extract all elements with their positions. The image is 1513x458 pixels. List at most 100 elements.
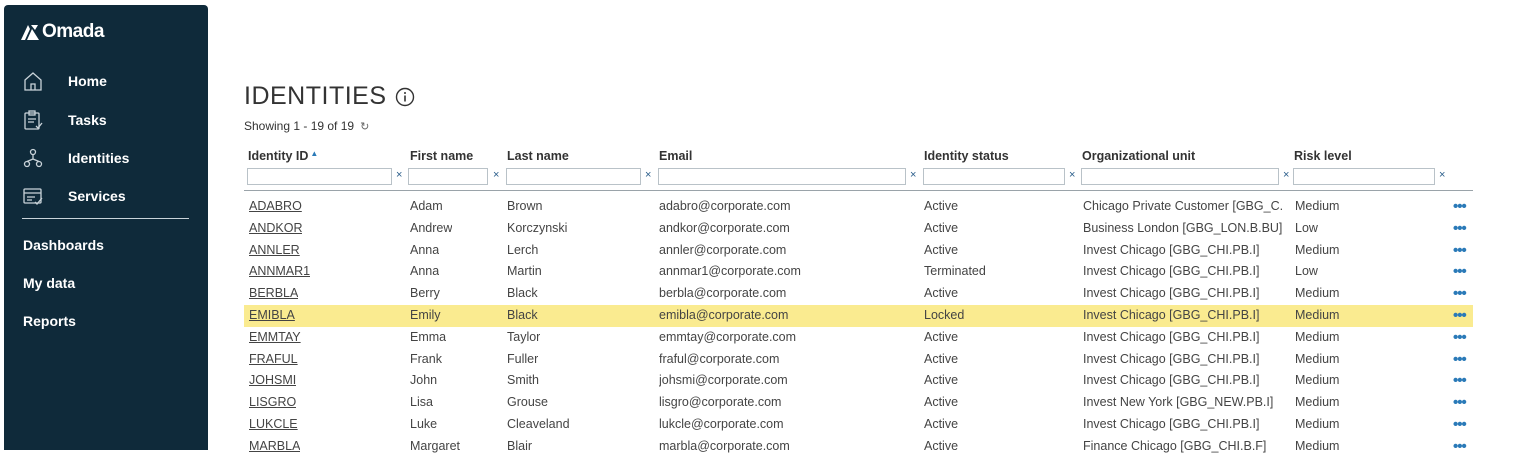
clear-filter-last-name-icon[interactable]: × [645,169,651,181]
cell-last-name: Korczynski [507,220,568,235]
table-header-divider [244,190,1473,191]
cell-first-name: Berry [410,286,440,301]
cell-identity-id[interactable]: LUKCLE [249,417,298,431]
cell-identity-id[interactable]: JOHSMI [249,373,296,387]
row-actions-icon[interactable]: ••• [1453,198,1467,215]
clear-filter-first-name-icon[interactable]: × [493,169,499,181]
row-actions-icon[interactable]: ••• [1453,416,1467,433]
table-row[interactable]: LISGRO Lisa Grouse lisgro@corporate.com Acti… [244,392,1473,414]
sidebar-item-reports[interactable]: Reports [23,313,76,329]
cell-first-name: Lisa [410,395,433,410]
cell-risk-level: Medium [1295,373,1340,388]
nav-item-services[interactable]: Services [4,180,208,212]
row-actions-icon[interactable]: ••• [1453,372,1467,389]
row-actions-icon[interactable]: ••• [1453,394,1467,411]
column-header-organizational-unit[interactable]: Organizational unit [1082,149,1195,163]
filter-identity-id[interactable] [247,168,392,185]
cell-email: andkor@corporate.com [659,220,790,235]
cell-organizational-unit: Business London [GBG_LON.B.BU] [1083,220,1283,235]
row-actions-icon[interactable]: ••• [1453,285,1467,302]
cell-first-name: Margaret [410,438,461,453]
column-header-email[interactable]: Email [659,149,692,163]
sidebar-item-dashboards[interactable]: Dashboards [23,237,104,253]
row-actions-icon[interactable]: ••• [1453,438,1467,455]
clear-filter-identity-status-icon[interactable]: × [1069,169,1075,181]
row-actions-icon[interactable]: ••• [1453,220,1467,237]
cell-identity-id[interactable]: ANNMAR1 [249,264,310,278]
table-row[interactable]: EMMTAY Emma Taylor emmtay@corporate.com Acti… [244,327,1473,349]
filter-identity-status[interactable] [923,168,1065,185]
info-icon[interactable] [395,87,415,107]
cell-identity-id[interactable]: FRAFUL [249,352,298,366]
cell-identity-id[interactable]: ANNLER [249,243,300,257]
column-header-risk-level[interactable]: Risk level [1294,149,1352,163]
table-row[interactable]: ADABRO Adam Brown adabro@corporate.com Activ… [244,196,1473,218]
cell-identity-status: Active [924,329,959,344]
cell-identity-id[interactable]: EMMTAY [249,330,301,344]
table-row[interactable]: FRAFUL Frank Fuller fraful@corporate.com Act… [244,349,1473,371]
sidebar-item-my-data[interactable]: My data [23,275,75,291]
column-header-identity-status[interactable]: Identity status [924,149,1009,163]
filter-risk-level[interactable] [1293,168,1435,185]
cell-last-name: Cleaveland [507,417,570,431]
column-header-first-name[interactable]: First name [410,149,473,163]
clear-filter-organizational-unit-icon[interactable]: × [1283,169,1289,181]
row-actions-icon[interactable]: ••• [1453,329,1467,346]
filter-email[interactable] [658,168,906,185]
logo[interactable]: Omada [20,21,104,43]
table-row[interactable]: BERBLA Berry Black berbla@corporate.com Acti… [244,283,1473,305]
row-actions-icon[interactable]: ••• [1453,242,1467,259]
cell-last-name: Taylor [507,329,541,344]
sort-asc-icon[interactable]: ▲ [310,149,318,158]
filter-organizational-unit[interactable] [1081,168,1279,185]
column-header-last-name[interactable]: Last name [507,149,569,163]
cell-identity-id[interactable]: ANDKOR [249,221,302,235]
row-actions-icon[interactable]: ••• [1453,263,1467,280]
cell-first-name: Adam [410,199,443,213]
refresh-icon[interactable]: ↻ [360,120,369,133]
clear-filter-risk-level-icon[interactable]: × [1439,169,1445,181]
cell-organizational-unit: Invest Chicago [GBG_CHI.PB.I] [1083,242,1260,257]
main-content: IDENTITIES Showing 1 - 19 of 19 ↻ Identi… [244,0,1484,455]
cell-risk-level: Medium [1295,286,1340,301]
clear-filter-email-icon[interactable]: × [910,169,916,181]
cell-last-name: Black [507,286,538,301]
column-header-identity-id[interactable]: Identity ID ▲ [248,149,318,163]
table-row[interactable]: ANNLER Anna Lerch annler@corporate.com Activ… [244,240,1473,262]
cell-first-name: Luke [410,417,438,431]
row-actions-icon[interactable]: ••• [1453,351,1467,368]
cell-organizational-unit: Chicago Private Customer [GBG_C... [1083,199,1283,213]
table-row[interactable]: JOHSMI John Smith johsmi@corporate.com Activ… [244,370,1473,392]
table-row[interactable]: ANDKOR Andrew Korczynski andkor@corporate.c… [244,218,1473,240]
table-row[interactable]: LUKCLE Luke Cleaveland lukcle@corporate.com… [244,414,1473,436]
nav-label-identities: Identities [68,150,130,166]
filter-last-name[interactable] [506,168,641,185]
table-row[interactable]: MARBLA Margaret Blair marbla@corporate.com A… [244,436,1473,458]
table-row[interactable]: EMIBLA Emily Black emibla@corporate.com Lock… [244,305,1473,327]
cell-identity-id[interactable]: MARBLA [249,439,300,453]
cell-identity-id[interactable]: ADABRO [249,199,302,213]
cell-identity-id[interactable]: BERBLA [249,286,298,300]
table-row[interactable]: ANNMAR1 Anna Martin annmar1@corporate.com Te… [244,261,1473,283]
cell-first-name: Frank [410,351,442,366]
nav-item-identities[interactable]: Identities [4,142,208,174]
row-actions-icon[interactable]: ••• [1453,307,1467,324]
nav-item-tasks[interactable]: Tasks [4,104,208,136]
cell-email: marbla@corporate.com [659,438,790,453]
cell-last-name: Lerch [507,242,539,257]
cell-identity-status: Active [924,286,959,301]
nav-item-home[interactable]: Home [4,65,208,97]
cell-risk-level: Medium [1295,438,1340,453]
cell-identity-status: Active [924,351,959,366]
filter-first-name[interactable] [408,168,488,185]
cell-risk-level: Medium [1295,242,1340,257]
page-title: IDENTITIES [244,82,387,110]
cell-risk-level: Medium [1295,351,1340,366]
cell-risk-level: Low [1295,220,1318,235]
cell-identity-status: Active [924,373,959,388]
clear-filter-identity-id-icon[interactable]: × [396,169,402,181]
cell-identity-id[interactable]: EMIBLA [249,308,295,322]
cell-risk-level: Medium [1295,417,1340,431]
cell-identity-id[interactable]: LISGRO [249,395,296,409]
cell-identity-status: Active [924,438,959,453]
